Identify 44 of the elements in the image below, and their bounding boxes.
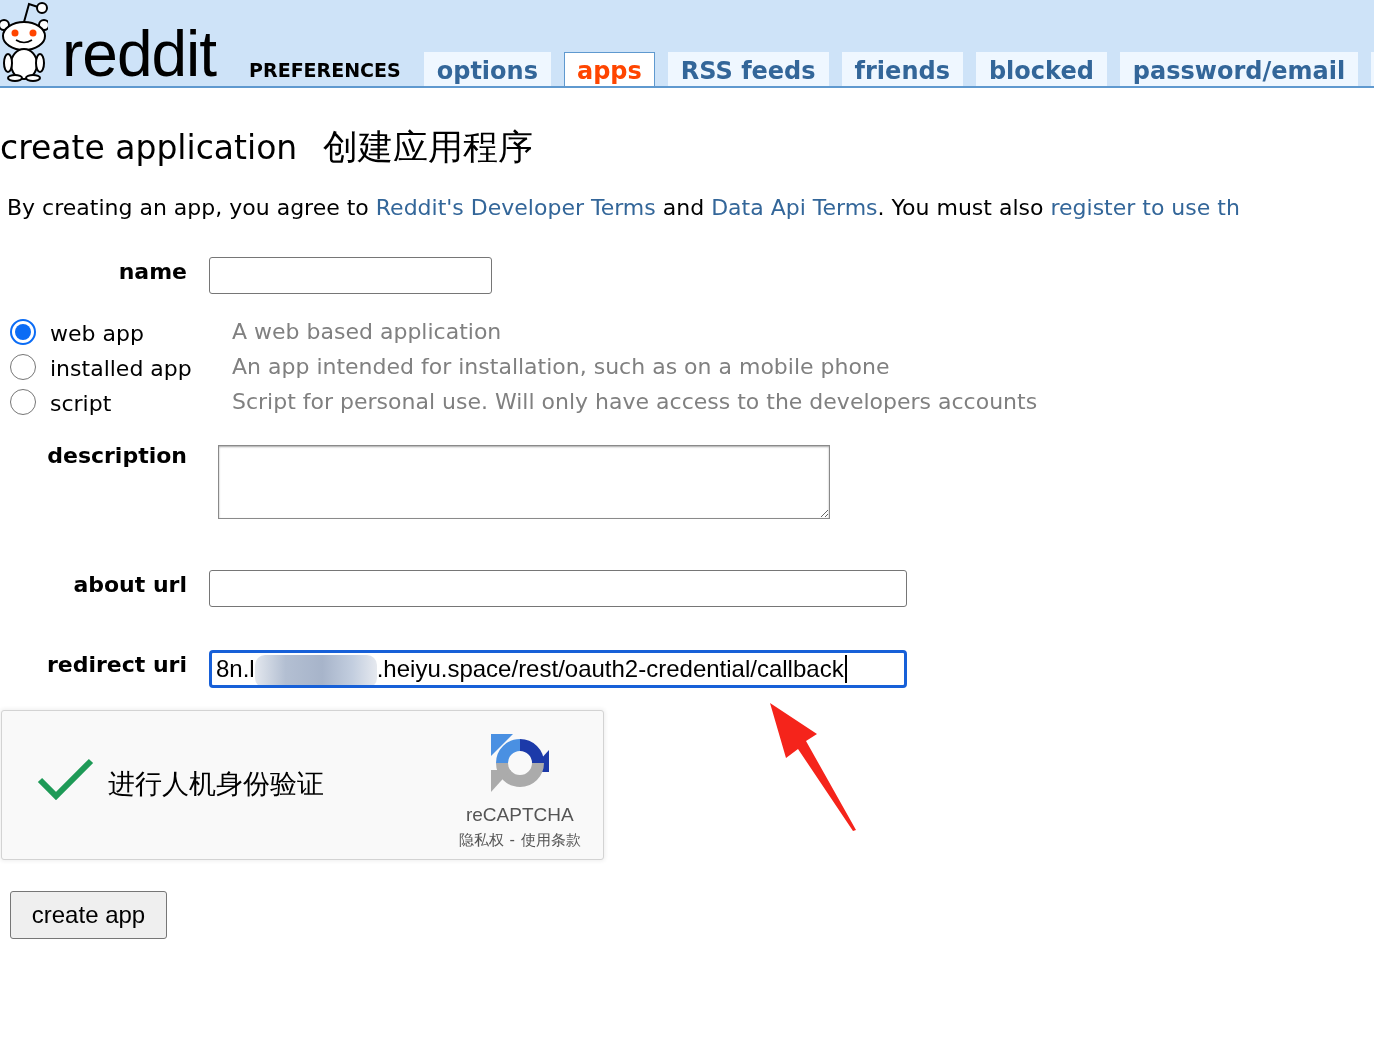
text-cursor [844, 655, 847, 683]
option-description: A web based application [232, 317, 502, 346]
terms-of-use-link[interactable]: 使用条款 [521, 831, 581, 849]
circular-arrows-icon [488, 732, 551, 794]
page-title-translation: 创建应用程序 [323, 126, 534, 169]
redirect-uri-input[interactable]: 8n.l .heiyu.space/rest/oauth2-credential/callback [209, 650, 907, 688]
arrow-icon [768, 701, 858, 832]
captcha-brand: reCAPTCHA [465, 804, 574, 826]
create-app-button[interactable]: create app [10, 891, 167, 939]
tab[interactable]: options [423, 52, 551, 86]
terms-link[interactable]: Reddit's Developer Terms [375, 195, 656, 220]
tab[interactable]: friends [841, 52, 963, 86]
radio-button[interactable] [10, 353, 36, 380]
terms-link[interactable]: Data Api Terms [711, 195, 878, 220]
field-value: .heiyu.space/rest/oauth2-credential/callback [376, 654, 844, 684]
radio-button[interactable] [10, 388, 36, 415]
description-textarea[interactable] [218, 445, 830, 519]
tab[interactable]: apps [563, 52, 655, 86]
tab[interactable]: password/email [1119, 52, 1359, 86]
field-label: name [117, 258, 187, 286]
terms-notice: By creating an app, you agree to Reddit's Developer Terms and Data Api Terms. You must also register to use th [6, 194, 1241, 222]
field-value: 8n.l [216, 654, 255, 684]
captcha-legal-text: 隐私权 - 使用条款 [458, 830, 581, 850]
radio-label[interactable]: script [50, 389, 112, 419]
captcha-label: 进行人机身份验证 [108, 767, 325, 801]
terms-link[interactable]: register to use th [1050, 195, 1240, 220]
radio-label[interactable]: installed app [50, 354, 192, 384]
about-url-input[interactable] [209, 570, 907, 607]
radio-label[interactable]: web app [50, 319, 144, 349]
field-label: description [46, 442, 187, 470]
tab[interactable]: blocked [975, 52, 1107, 86]
radio-button[interactable] [10, 318, 36, 345]
checkmark-icon[interactable] [36, 758, 94, 800]
alien-mascot-icon [0, 0, 48, 82]
section-title: PREFERENCES [249, 61, 401, 80]
field-label: about url [72, 571, 187, 599]
option-description: Script for personal use. Will only have access to the developers accounts [232, 387, 1038, 416]
option-description: An app intended for installation, such as on a mobile phone [232, 352, 890, 381]
privacy-link[interactable]: 隐私权 [458, 831, 504, 849]
tab[interactable]: RSS feeds [667, 52, 829, 86]
name-input[interactable] [209, 257, 492, 294]
field-label: redirect uri [45, 651, 187, 679]
page-title: create application [0, 127, 298, 169]
logo-wordmark[interactable]: reddit [62, 22, 217, 86]
